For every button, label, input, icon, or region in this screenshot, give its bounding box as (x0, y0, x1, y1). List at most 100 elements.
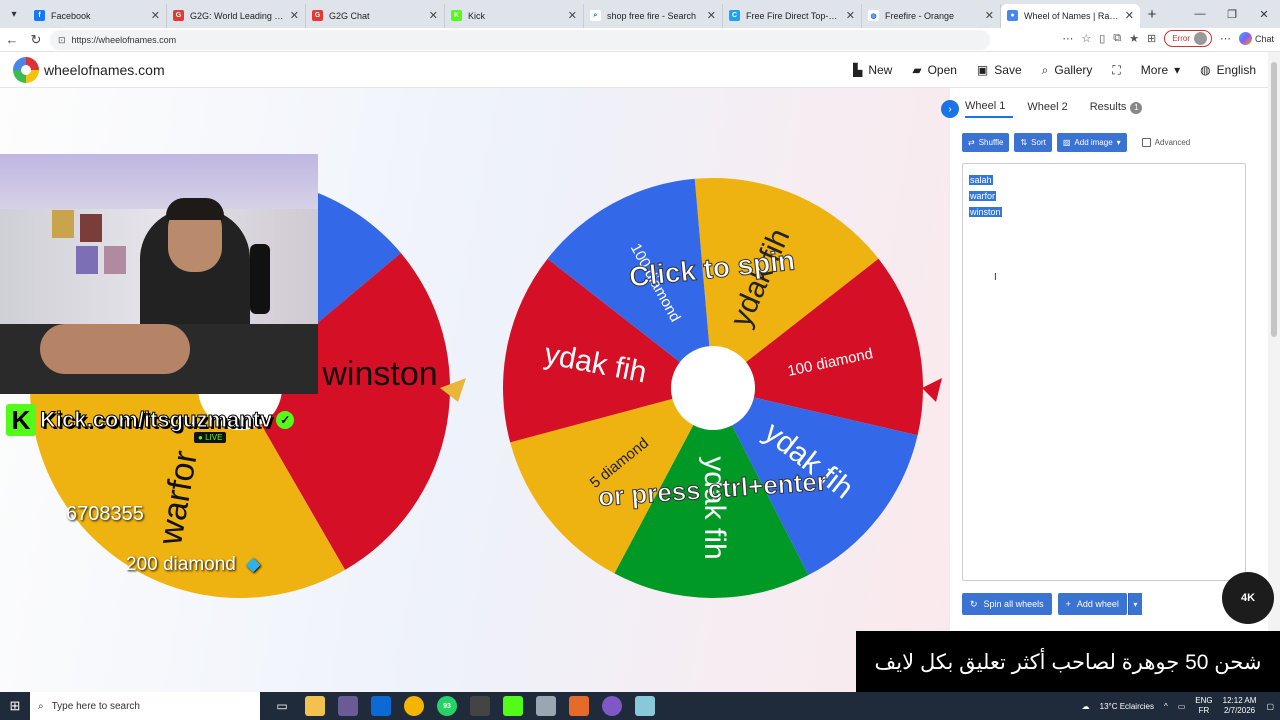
wheel-2-pointer (922, 378, 942, 402)
split-screen-icon[interactable]: ▯ (1099, 32, 1105, 45)
notifications-icon[interactable]: ▢ (1266, 702, 1274, 711)
shuffle-label: Shuffle (978, 138, 1004, 147)
streamer-hair (166, 198, 224, 220)
browser-tab[interactable]: ● Wheel of Names | Random name picker ✕ (1001, 3, 1140, 28)
tab-wheel-2[interactable]: Wheel 2 (1027, 101, 1075, 117)
site-info-icon[interactable]: ⊡ (58, 35, 66, 46)
close-tab-icon[interactable]: ✕ (1125, 9, 1134, 22)
tab-title: Facebook (51, 10, 91, 21)
window-controls: — ❐ ✕ (1184, 0, 1280, 28)
obs-icon[interactable] (470, 696, 490, 716)
tab-title: G2G: World Leading Digital Marketplace (190, 10, 286, 21)
language-button[interactable]: ◍ English (1200, 63, 1256, 77)
copilot-button[interactable]: Chat (1238, 32, 1274, 45)
weather-text[interactable]: 13°C Eclaircies (1100, 702, 1154, 711)
tab-results[interactable]: Results 1 (1090, 101, 1151, 118)
tab-title: G2G Chat (329, 10, 370, 21)
app-icon[interactable] (569, 696, 589, 716)
advanced-toggle[interactable]: Advanced (1141, 138, 1191, 147)
browser-tab[interactable]: C Free Fire Direct Top-Up | Instant ✕ (723, 3, 862, 28)
tray-chevron-icon[interactable]: ^ (1164, 702, 1168, 711)
toolbar-icons: ⋯ ☆ ▯ ⧉ ★ ⊞ Error ⋯ Chat (1062, 30, 1274, 47)
wheel-tabs: › Wheel 1 Wheel 2 Results 1 (941, 100, 1151, 118)
browser-tab[interactable]: ◍ Freefire - Orange ✕ (862, 3, 1001, 28)
collapse-panel-icon[interactable]: › (941, 100, 959, 118)
weather-icon[interactable]: ☁ (1082, 702, 1090, 711)
close-tab-icon[interactable]: ✕ (985, 9, 994, 22)
close-tab-icon[interactable]: ✕ (846, 9, 855, 22)
file-explorer-icon[interactable] (305, 696, 325, 716)
whatsapp-icon[interactable]: 93 (437, 696, 457, 716)
advanced-label: Advanced (1154, 138, 1191, 147)
gallery-button[interactable]: ⌕ Gallery (1042, 63, 1093, 78)
save-button[interactable]: ▣ Save (977, 63, 1022, 77)
taskbar-search[interactable]: ⌕ Type here to search (30, 692, 260, 720)
browser-tab[interactable]: ⌕ shop free fire - Search ✕ (584, 3, 723, 28)
shuffle-button[interactable]: ⇄ Shuffle (962, 133, 1010, 152)
advanced-checkbox[interactable] (1141, 138, 1151, 147)
error-label: Error (1172, 34, 1190, 43)
app-icon[interactable] (635, 696, 655, 716)
new-button[interactable]: ▙ New (853, 63, 892, 77)
app-icon[interactable] (338, 696, 358, 716)
close-window-icon[interactable]: ✕ (1248, 0, 1280, 28)
favorites-icon[interactable]: ★ (1129, 32, 1139, 45)
edge-icon[interactable] (371, 696, 391, 716)
poster (104, 246, 126, 274)
tab-actions-icon[interactable]: ▾ (0, 0, 28, 28)
entries-textarea[interactable]: salah warfor winston (962, 163, 1246, 581)
url-field[interactable]: ⊡ https://wheelofnames.com (50, 30, 990, 50)
favorite-star-icon[interactable]: ☆ (1081, 32, 1091, 45)
back-icon[interactable]: ← (0, 28, 24, 52)
add-wheel-dropdown[interactable]: ▾ (1127, 593, 1142, 615)
new-tab-button[interactable]: + (1140, 6, 1164, 23)
site-name[interactable]: wheelofnames.com (44, 62, 165, 78)
network-icon[interactable]: ▭ (1178, 702, 1186, 711)
language-indicator[interactable]: ENG FR (1195, 696, 1212, 716)
spin-all-label: Spin all wheels (983, 599, 1044, 609)
collections-icon[interactable]: ⊞ (1147, 32, 1156, 45)
sort-button[interactable]: ⇅ Sort (1014, 133, 1052, 152)
spin-all-button[interactable]: ↻ Spin all wheels (962, 593, 1052, 615)
browser-tab[interactable]: K Kick ✕ (445, 3, 584, 28)
browser-tab[interactable]: G G2G: World Leading Digital Marketplace ✕ (167, 3, 306, 28)
browser-tab[interactable]: f Facebook ✕ (28, 3, 167, 28)
site-header: wheelofnames.com ▙ New ▰ Open ▣ Save ⌕ Galle… (0, 52, 1268, 88)
kick-overlay: K Kick.com/itsguzmantv ✓ (6, 404, 295, 436)
add-image-button[interactable]: ▨ Add image ▾ (1056, 133, 1127, 152)
read-aloud-icon[interactable]: ⋯ (1062, 32, 1073, 45)
clock[interactable]: 12:12 AM 2/7/2026 (1223, 696, 1257, 716)
spin-icon: ↻ (970, 598, 978, 609)
close-tab-icon[interactable]: ✕ (568, 9, 577, 22)
windows-start-icon[interactable]: ⊞ (0, 692, 30, 720)
wheel-2[interactable]: ydak fih100 diamondydak fihydak fih5 dia… (503, 178, 942, 598)
copilot-icon (1238, 32, 1252, 45)
add-wheel-button[interactable]: + Add wheel (1057, 593, 1127, 615)
topup-icon: C (729, 10, 740, 21)
channel-logo: 4K (1222, 572, 1274, 624)
app-icon[interactable] (602, 696, 622, 716)
wheel-logo-icon[interactable] (13, 57, 39, 83)
open-button[interactable]: ▰ Open (912, 63, 957, 77)
close-tab-icon[interactable]: ✕ (707, 9, 716, 22)
extensions-icon[interactable]: ⧉ (1113, 32, 1121, 45)
restore-icon[interactable]: ❐ (1216, 0, 1248, 28)
close-tab-icon[interactable]: ✕ (290, 9, 299, 22)
task-view-icon[interactable]: ▭ (272, 696, 292, 716)
app-icon[interactable] (536, 696, 556, 716)
reload-icon[interactable]: ↻ (24, 28, 48, 52)
more-button[interactable]: More ▾ (1141, 63, 1180, 77)
close-tab-icon[interactable]: ✕ (429, 9, 438, 22)
kick-icon[interactable] (503, 696, 523, 716)
minimize-icon[interactable]: — (1184, 0, 1216, 28)
fullscreen-button[interactable]: ⛶ (1112, 63, 1120, 78)
browser-tab[interactable]: G G2G Chat ✕ (306, 3, 445, 28)
chrome-icon[interactable] (404, 696, 424, 716)
scrollbar-thumb[interactable] (1271, 62, 1277, 337)
results-label: Results (1089, 100, 1127, 113)
close-tab-icon[interactable]: ✕ (151, 9, 160, 22)
browser-menu-icon[interactable]: ⋯ (1220, 32, 1231, 45)
poster (52, 210, 74, 238)
tab-wheel-1[interactable]: Wheel 1 (965, 100, 1014, 118)
profile-error-button[interactable]: Error (1164, 30, 1212, 47)
